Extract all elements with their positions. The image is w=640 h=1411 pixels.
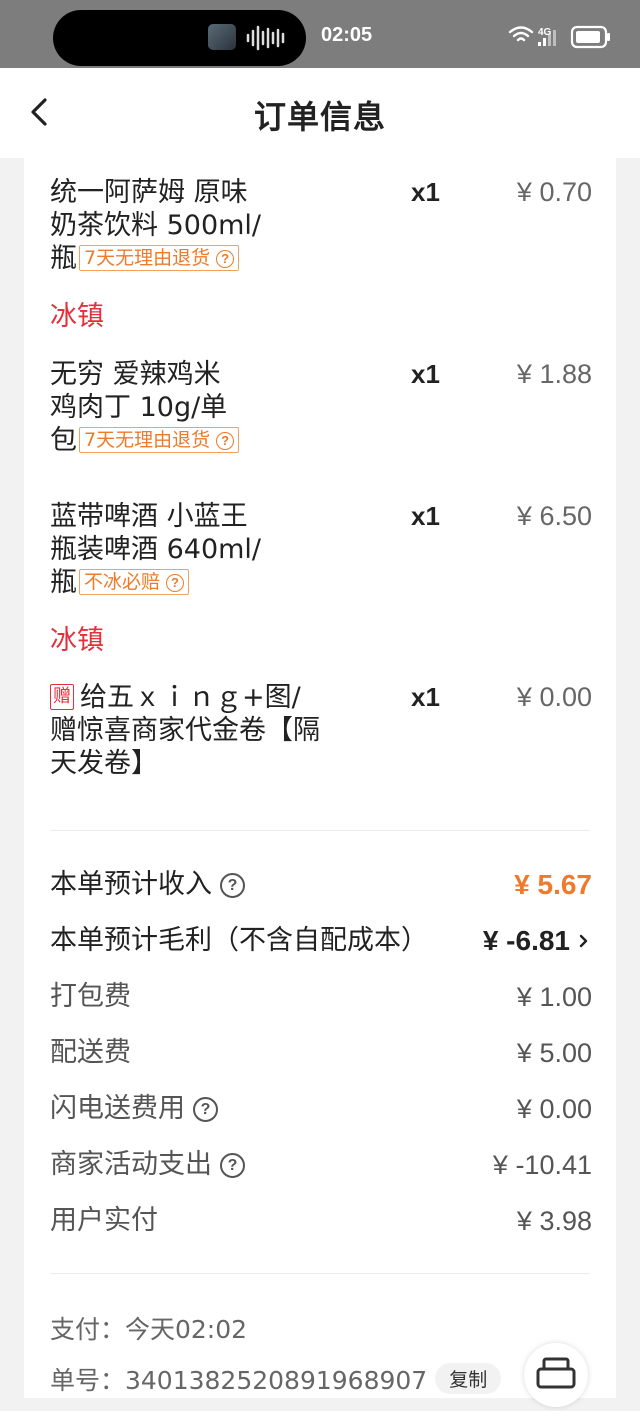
fee-row-profit[interactable]: 本单预计毛利（不含自配成本） ¥ -6.81	[50, 921, 590, 961]
item-name: 无穷 爱辣鸡米 鸡肉丁 10g/单 包 7天无理由退货?	[50, 358, 370, 457]
item-qty: x1	[411, 359, 440, 389]
fee-row-merchant: 商家活动支出? ¥ -10.41	[50, 1149, 592, 1180]
help-icon[interactable]: ?	[220, 873, 245, 898]
pay-time: 支付：今天02:02	[50, 1315, 248, 1344]
wifi-icon	[508, 26, 534, 42]
fee-row-delivery: 配送费 ¥ 5.00	[50, 1037, 592, 1068]
divider	[50, 830, 590, 831]
chevron-right-icon[interactable]	[576, 929, 592, 953]
help-icon: ?	[216, 250, 235, 268]
item-price: ¥ 6.50	[516, 501, 592, 531]
status-icons: 4G	[508, 25, 610, 49]
item-note: 冰镇	[50, 301, 104, 332]
item-price: ¥ 0.00	[516, 682, 592, 712]
help-icon: ?	[166, 574, 185, 592]
profit-value: ¥ -6.81	[482, 925, 570, 956]
help-icon[interactable]: ?	[220, 1153, 245, 1178]
print-button[interactable]	[524, 1343, 588, 1407]
item-name: 统一阿萨姆 原味 奶茶饮料 500ml/ 瓶 7天无理由退货?	[50, 177, 262, 274]
copy-button[interactable]: 复制	[435, 1363, 502, 1394]
item-qty: x1	[411, 177, 440, 207]
item-note: 冰镇	[50, 625, 104, 656]
item-qty: x1	[411, 501, 440, 531]
fee-row-income: 本单预计收入? ¥ 5.67	[50, 865, 592, 905]
page-header: 订单信息	[0, 68, 640, 158]
no-ice-compensation-tag[interactable]: 不冰必赔?	[79, 569, 190, 595]
gift-badge: 赠	[50, 684, 74, 710]
divider	[50, 1273, 590, 1274]
fee-row-flash: 闪电送费用? ¥ 0.00	[50, 1093, 592, 1124]
income-value: ¥ 5.67	[514, 869, 592, 900]
item-price: ¥ 0.70	[516, 177, 592, 207]
printer-icon	[536, 1357, 576, 1389]
item-name: 赠给五ｘｉｎｇ+图/ 赠惊喜商家代金卷【隔 天发卷】	[50, 682, 320, 779]
order-number: 单号：3401382520891968907 复制	[50, 1361, 502, 1397]
item-name: 蓝带啤酒 小蓝王 瓶装啤酒 640ml/ 瓶不冰必赔?	[50, 501, 262, 598]
battery-icon	[570, 25, 610, 49]
return-policy-tag[interactable]: 7天无理由退货?	[79, 245, 240, 271]
help-icon: ?	[216, 432, 235, 450]
media-thumbnail	[208, 24, 236, 50]
audio-wave-icon	[246, 25, 285, 51]
fee-row-packing: 打包费 ¥ 1.00	[50, 981, 592, 1012]
return-policy-tag[interactable]: 7天无理由退货?	[79, 427, 240, 453]
fee-row-user-paid: 用户实付 ¥ 3.98	[50, 1205, 592, 1236]
help-icon[interactable]: ?	[193, 1097, 218, 1122]
item-qty: x1	[411, 682, 440, 712]
dynamic-island[interactable]	[53, 10, 306, 66]
order-card: 统一阿萨姆 原味 奶茶饮料 500ml/ 瓶 7天无理由退货? x1 ¥ 0.70…	[24, 158, 616, 1407]
item-price: ¥ 1.88	[516, 359, 592, 389]
page-title: 订单信息	[253, 98, 386, 136]
status-bar: 02:05 4G	[0, 0, 640, 68]
status-time: 02:05	[321, 24, 373, 46]
